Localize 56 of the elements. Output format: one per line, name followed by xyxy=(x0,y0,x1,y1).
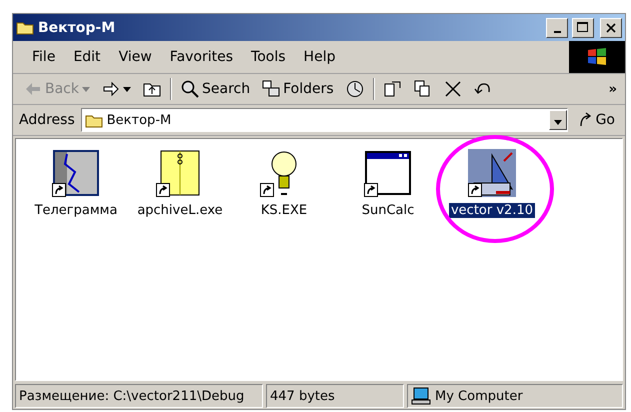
maximize-button[interactable] xyxy=(572,18,594,38)
satellite-dish-icon xyxy=(468,149,516,197)
file-icon[interactable] xyxy=(52,149,100,197)
close-icon xyxy=(606,22,616,32)
search-icon xyxy=(181,80,199,98)
delete-icon xyxy=(444,80,462,98)
status-size: 447 bytes xyxy=(266,384,404,408)
folder-icon xyxy=(84,112,103,128)
shortcut-arrow-icon xyxy=(468,183,482,197)
file-name[interactable]: KS.EXE xyxy=(258,203,310,218)
address-field[interactable]: Вектор-М xyxy=(80,108,568,132)
dropdown-button[interactable] xyxy=(548,110,567,130)
file-name[interactable]: Телеграмма xyxy=(32,203,120,218)
file-name[interactable]: apchiveL.exe xyxy=(135,203,225,218)
zone-text: My Computer xyxy=(435,388,523,404)
shortcut-arrow-icon xyxy=(364,183,378,197)
shortcut-arrow-icon xyxy=(52,183,66,197)
close-button[interactable] xyxy=(600,18,622,38)
address-value: Вектор-М xyxy=(106,112,172,128)
caret-icon xyxy=(82,86,90,92)
window-title: Вектор-М xyxy=(38,20,116,36)
file-name[interactable]: SunCalc xyxy=(360,203,416,218)
menu-item[interactable]: Edit xyxy=(64,49,110,65)
caret-icon xyxy=(554,120,562,124)
folder-icon xyxy=(16,20,34,35)
minimize-icon xyxy=(554,30,560,32)
computer-icon xyxy=(411,387,431,405)
shortcut-arrow-icon xyxy=(260,183,274,197)
maximize-icon xyxy=(577,22,589,33)
menu-item[interactable]: File xyxy=(23,49,64,65)
file-name[interactable]: vector v2.10 xyxy=(448,203,535,218)
forward-arrow-icon xyxy=(102,80,120,98)
menu-item[interactable]: Favorites xyxy=(160,49,242,65)
envelope-icon xyxy=(160,150,200,196)
light-bulb-icon xyxy=(269,150,299,196)
search-button[interactable]: Search xyxy=(178,78,254,100)
app-window-icon xyxy=(365,151,411,195)
folders-icon xyxy=(262,80,280,98)
minimize-button[interactable] xyxy=(546,18,568,38)
windows-logo xyxy=(569,41,625,73)
caret-icon xyxy=(123,86,131,92)
menu-item[interactable]: View xyxy=(110,49,161,65)
clock-icon xyxy=(346,80,364,98)
map-icon xyxy=(53,150,99,196)
menu-item[interactable]: Help xyxy=(294,49,344,65)
status-location: Размещение: C:\vector211\Debug xyxy=(15,384,263,408)
copy-to-icon xyxy=(414,80,432,98)
more-tools-chevron[interactable]: » xyxy=(608,82,617,96)
move-to-icon xyxy=(384,80,402,98)
address-label: Address xyxy=(19,112,75,128)
folders-button[interactable]: Folders xyxy=(259,78,337,100)
file-icon[interactable] xyxy=(364,149,412,197)
shortcut-arrow-icon xyxy=(156,183,170,197)
file-icon[interactable] xyxy=(468,149,516,197)
go-button[interactable]: Go xyxy=(574,112,619,128)
menu-item[interactable]: Tools xyxy=(242,49,295,65)
